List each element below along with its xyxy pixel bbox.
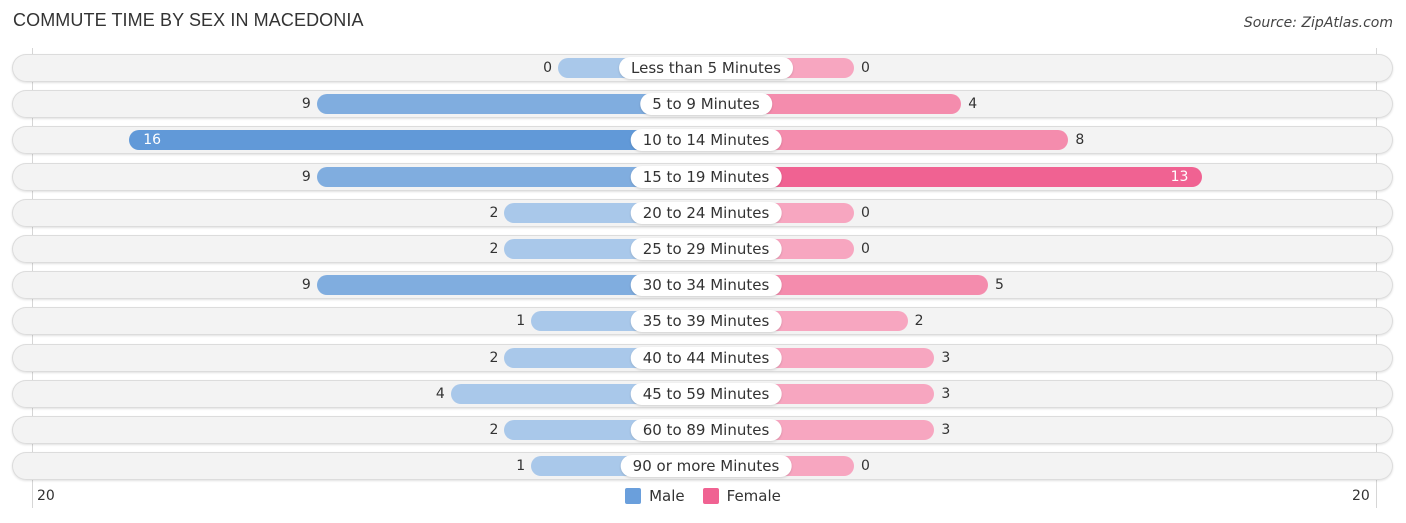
source-label: Source: ZipAtlas.com <box>1243 15 1393 31</box>
category-label: 20 to 24 Minutes <box>630 202 782 224</box>
chart-row: 20 to 24 Minutes 2 0 <box>12 199 1393 227</box>
legend-swatch-male <box>625 488 642 504</box>
value-label-male: 2 <box>489 205 499 221</box>
chart-row: 15 to 19 Minutes 9 13 <box>12 163 1393 191</box>
value-label-female: 8 <box>1075 132 1085 148</box>
value-label-female: 0 <box>861 458 870 474</box>
value-label-male: 1 <box>516 313 526 329</box>
value-label-female: 0 <box>861 205 870 221</box>
value-label-female: 3 <box>941 386 951 402</box>
chart-row: 30 to 34 Minutes 9 5 <box>12 271 1393 299</box>
bar-male <box>129 130 706 150</box>
category-label: 15 to 19 Minutes <box>630 166 782 188</box>
value-label-female: 3 <box>941 422 951 438</box>
value-label-female: 3 <box>941 350 951 366</box>
chart-row: 10 to 14 Minutes 16 8 <box>12 126 1393 154</box>
value-label-male: 4 <box>435 386 445 402</box>
chart-row: 25 to 29 Minutes 2 0 <box>12 235 1393 263</box>
value-label-male: 2 <box>489 422 499 438</box>
value-label-male: 9 <box>301 277 311 293</box>
value-label-male: 9 <box>301 96 311 112</box>
value-label-female: 13 <box>1170 169 1189 185</box>
category-label: 5 to 9 Minutes <box>640 93 772 115</box>
category-label: 35 to 39 Minutes <box>630 310 782 332</box>
value-label-male: 0 <box>543 60 552 76</box>
value-label-male: 1 <box>516 458 526 474</box>
value-label-female: 2 <box>914 313 924 329</box>
legend-label-female: Female <box>726 487 781 505</box>
chart-row: Less than 5 Minutes 0 0 <box>12 54 1393 82</box>
chart-row: 90 or more Minutes 1 0 <box>12 452 1393 480</box>
legend: Male Female <box>0 487 1406 505</box>
chart-row: 40 to 44 Minutes 2 3 <box>12 344 1393 372</box>
value-label-male: 2 <box>489 241 499 257</box>
value-label-female: 0 <box>861 241 870 257</box>
category-label: 25 to 29 Minutes <box>630 238 782 260</box>
category-label: 30 to 34 Minutes <box>630 274 782 296</box>
category-label: 60 to 89 Minutes <box>630 419 782 441</box>
category-label: 90 or more Minutes <box>620 455 792 477</box>
legend-item-male: Male <box>625 487 685 505</box>
category-label: 40 to 44 Minutes <box>630 347 782 369</box>
chart-row: 45 to 59 Minutes 4 3 <box>12 380 1393 408</box>
value-label-female: 5 <box>995 277 1004 293</box>
chart-title: COMMUTE TIME BY SEX IN MACEDONIA <box>13 10 364 30</box>
legend-label-male: Male <box>649 487 685 505</box>
chart-row: 60 to 89 Minutes 2 3 <box>12 416 1393 444</box>
category-label: 45 to 59 Minutes <box>630 383 782 405</box>
legend-item-female: Female <box>702 487 781 505</box>
value-label-male: 2 <box>489 350 499 366</box>
value-label-female: 0 <box>861 60 870 76</box>
chart-row: 5 to 9 Minutes 9 4 <box>12 90 1393 118</box>
value-label-female: 4 <box>968 96 978 112</box>
chart-row: 35 to 39 Minutes 1 2 <box>12 307 1393 335</box>
category-label: 10 to 14 Minutes <box>630 129 782 151</box>
value-label-male: 9 <box>301 169 311 185</box>
value-label-male: 16 <box>143 132 162 148</box>
legend-swatch-female <box>702 488 719 504</box>
category-label: Less than 5 Minutes <box>619 57 793 79</box>
